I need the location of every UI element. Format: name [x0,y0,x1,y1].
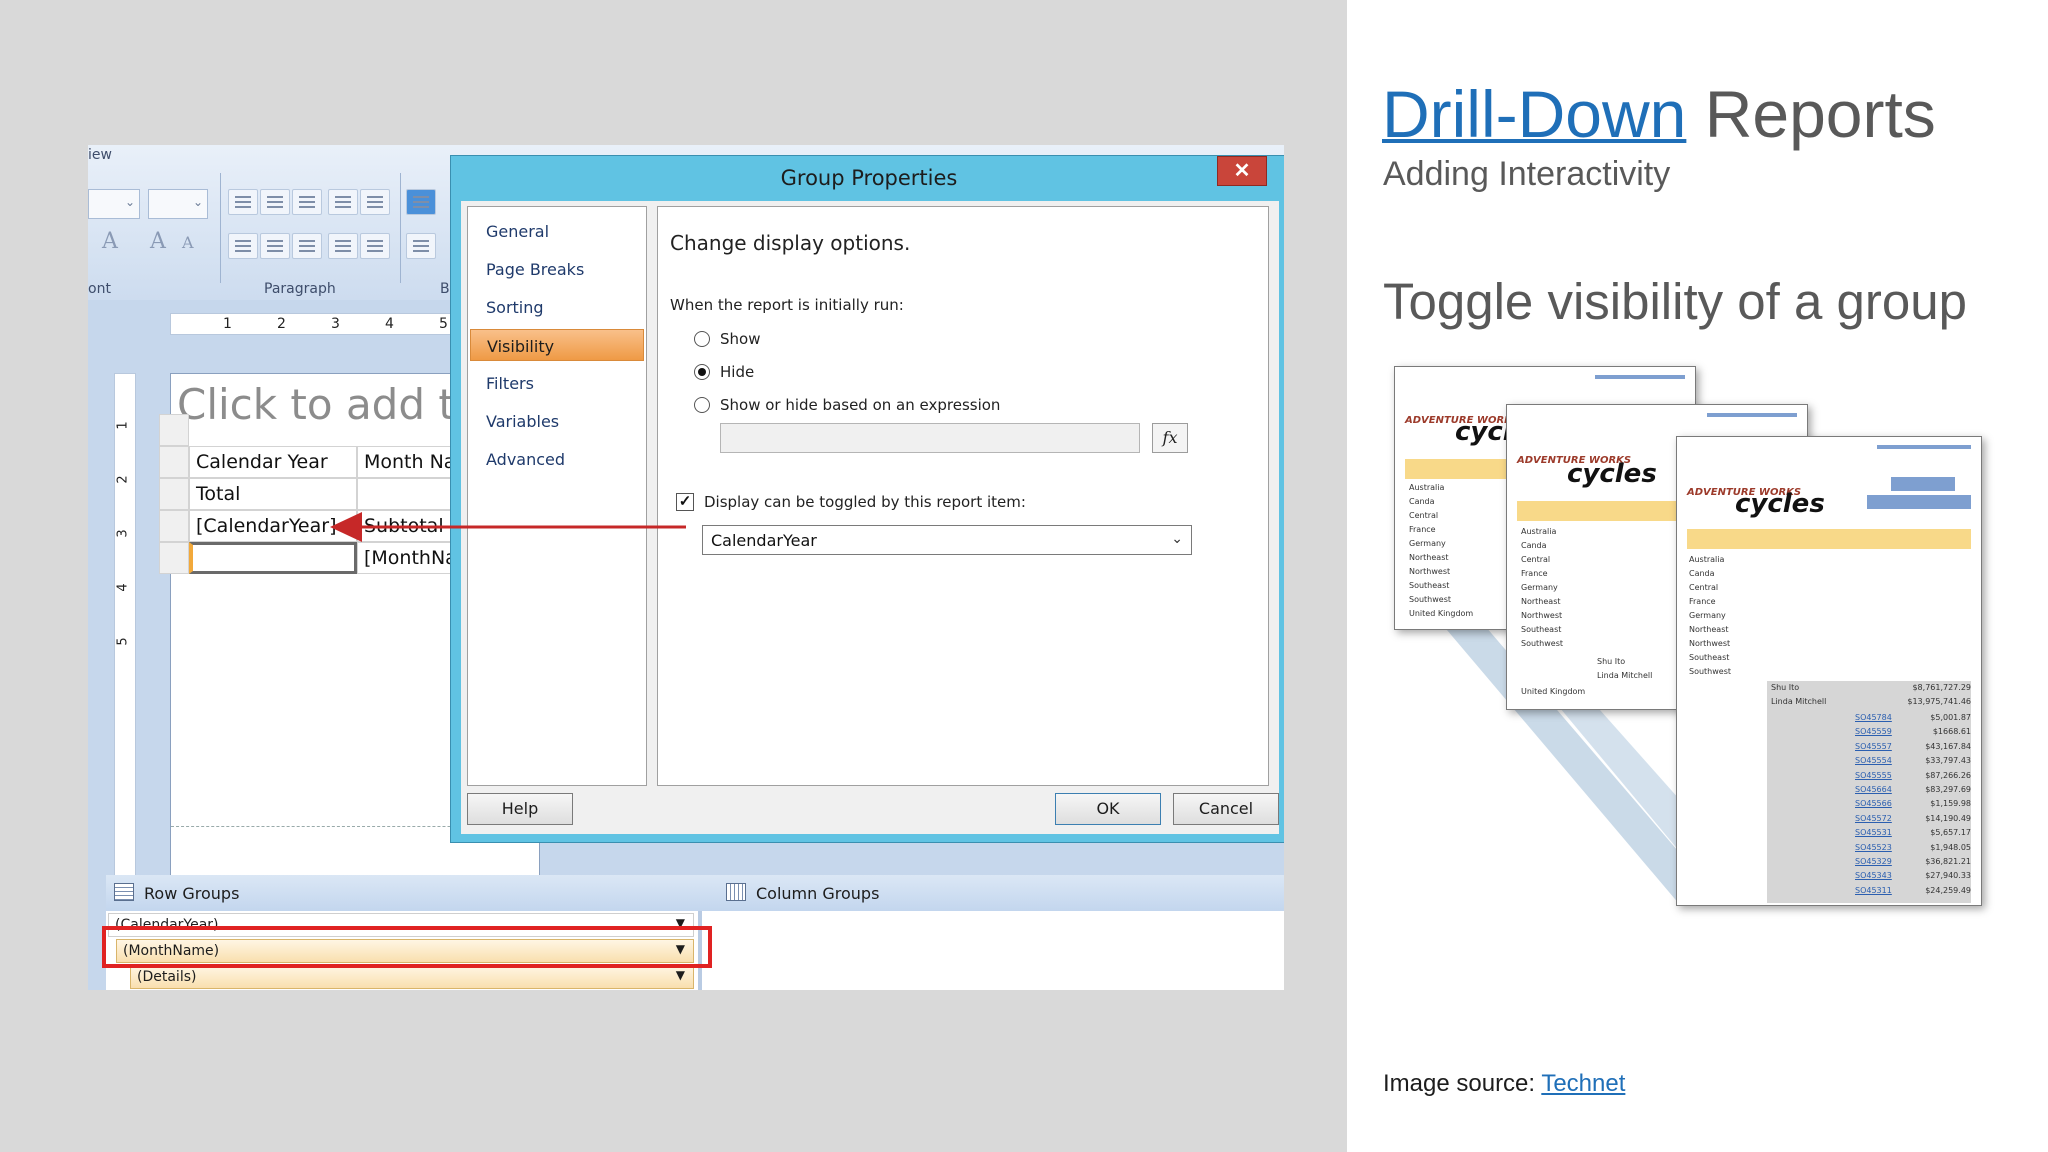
person-row: Linda Mitchell [1597,671,1653,680]
region-row: Northwest [1409,567,1451,576]
order-number-link[interactable]: SO45784 [1855,713,1892,722]
region-row: Germany [1521,583,1558,592]
person-total: $13,975,741.46 [1907,697,1971,706]
region-row: France [1409,525,1436,534]
region-row: Northeast [1689,625,1729,634]
region-row: United Kingdom [1409,609,1474,618]
order-amount: $5,001.87 [1930,713,1971,722]
person-row: Shu Ito [1597,657,1626,666]
report-header-band [1687,529,1971,549]
report-thumbnail-3: ADVENTURE WORKS cycles Australia Canda C… [1676,436,1982,906]
order-number-link[interactable]: SO45555 [1855,771,1892,780]
person-row: Linda Mitchell [1771,697,1827,706]
order-amount: $14,190.49 [1925,813,1971,823]
order-number-link[interactable]: SO45557 [1855,742,1892,751]
order-amount: $43,167.84 [1925,741,1971,751]
order-number-link[interactable]: SO45554 [1855,756,1892,765]
person-total: $8,761,727.29 [1912,683,1971,692]
report-title-bar [1877,445,1971,449]
region-row: France [1689,597,1716,606]
region-row: Canda [1689,569,1715,578]
order-number-link[interactable]: SO45664 [1855,785,1892,794]
order-amount: $1,948.05 [1930,842,1971,852]
region-row: Northeast [1409,553,1449,562]
order-amount: $1,159.98 [1930,799,1971,809]
image-source-caption: Image source: Technet [1383,1070,1625,1098]
order-number-link[interactable]: SO45523 [1855,843,1892,852]
report-logo-text: cycles [1567,459,1657,489]
report-logo-text: cycles [1735,489,1825,519]
order-amount: $24,259.49 [1925,885,1971,895]
region-row: Southeast [1689,653,1730,662]
region-row: Canda [1409,497,1435,506]
region-row: Central [1521,555,1551,564]
report-param-bar [1867,495,1971,509]
report-title-bar [1595,375,1685,379]
report-date-bar [1891,477,1955,491]
order-number-link[interactable]: SO45531 [1855,828,1892,837]
order-amount: $33,797.43 [1925,756,1971,766]
region-row: Southwest [1409,595,1452,604]
order-amount: $83,297.69 [1925,785,1971,794]
region-row: United Kingdom [1521,687,1586,696]
image-source-label: Image source: [1383,1070,1542,1097]
region-row: Germany [1409,539,1446,548]
report-title-bar [1707,413,1797,417]
region-row: Central [1409,511,1439,520]
region-row: Australia [1409,483,1445,492]
region-row: Northwest [1521,611,1563,620]
region-row: Australia [1521,527,1557,536]
order-number-link[interactable]: SO45311 [1855,886,1892,895]
region-row: Germany [1689,611,1726,620]
region-row: Central [1689,583,1719,592]
region-row: Southwest [1689,667,1732,676]
order-amount: $5,657.17 [1930,828,1971,838]
order-number-link[interactable]: SO45343 [1855,871,1892,880]
person-row: Shu Ito [1771,683,1800,692]
region-row: Southeast [1409,581,1450,590]
order-number-link[interactable]: SO45572 [1855,814,1892,823]
order-number-link[interactable]: SO45566 [1855,799,1892,808]
order-amount: $27,940.33 [1925,871,1971,881]
order-amount: $36,821.21 [1925,857,1971,866]
order-number-link[interactable]: SO45329 [1855,857,1892,866]
order-number-link[interactable]: SO45559 [1855,727,1892,736]
region-row: Canda [1521,541,1547,550]
region-row: Southeast [1521,625,1562,634]
region-row: Northeast [1521,597,1561,606]
region-row: Australia [1689,555,1725,564]
order-amount: $87,266.26 [1925,770,1971,780]
technet-link[interactable]: Technet [1541,1070,1625,1097]
region-row: France [1521,569,1548,578]
region-row: Southwest [1521,639,1564,648]
region-row: Northwest [1689,639,1731,648]
order-amount: $1668.61 [1932,727,1971,737]
